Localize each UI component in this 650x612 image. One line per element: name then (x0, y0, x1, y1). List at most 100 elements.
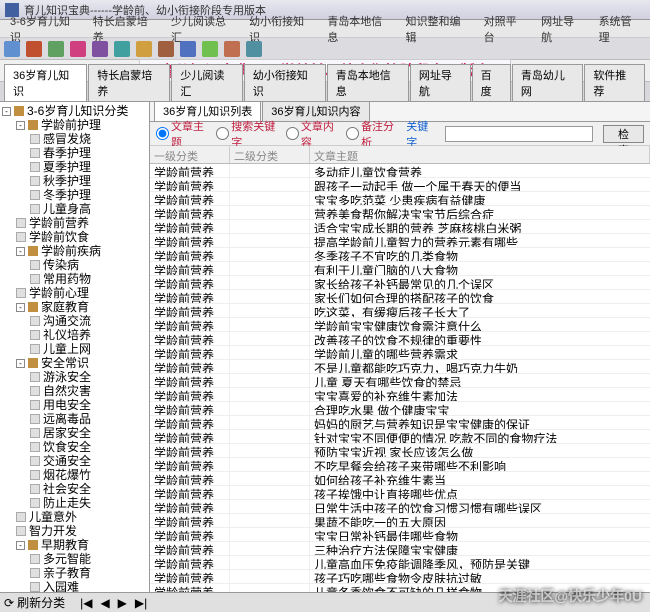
grid-row[interactable]: 学龄前营养宝宝多吃范菜 少患疾病有益健康 (150, 192, 650, 206)
toolbar-icon[interactable] (246, 41, 262, 57)
toolbar-icon[interactable] (70, 41, 86, 57)
main-tab[interactable]: 36岁育儿知识 (4, 64, 87, 101)
tree-node[interactable]: 自然灾害 (2, 384, 147, 398)
grid-row[interactable]: 学龄前营养儿童高血压免疫能调降季风，预防是关键 (150, 556, 650, 570)
main-tab[interactable]: 幼小衔接知识 (244, 64, 326, 101)
tree-node[interactable]: 社会安全 (2, 482, 147, 496)
grid-row[interactable]: 学龄前营养宝宝喜爱的补充维生素加法 (150, 388, 650, 402)
grid-header-cell[interactable]: 一级分类 (150, 146, 230, 163)
search-option[interactable]: 文章内容 (286, 118, 336, 150)
grid-row[interactable]: 学龄前营养冬季孩子不宜吃的几类食物 (150, 248, 650, 262)
grid-row[interactable]: 学龄前营养孩子巧吃哪些食物令皮肤抗过敏 (150, 570, 650, 584)
toolbar-icon[interactable] (4, 41, 20, 57)
nav-button[interactable]: |◀ (80, 596, 92, 610)
grid-row[interactable]: 学龄前营养适合宝宝成长期的营养 芝麻核桃白米粥 (150, 220, 650, 234)
main-tab[interactable]: 青岛本地信息 (327, 64, 409, 101)
tree-toggle-icon[interactable]: - (16, 541, 25, 550)
tree-toggle-icon[interactable]: - (2, 107, 11, 116)
tree-node[interactable]: 饮食安全 (2, 440, 147, 454)
toolbar-icon[interactable] (26, 41, 42, 57)
tree-node[interactable]: 秋季护理 (2, 174, 147, 188)
grid-row[interactable]: 学龄前营养改善孩子的饮食不规律的重要性 (150, 332, 650, 346)
grid-row[interactable]: 学龄前营养孩子挨饿中让直接哪些优点 (150, 486, 650, 500)
toolbar-icon[interactable] (158, 41, 174, 57)
tree-node[interactable]: 学龄前心理 (2, 286, 147, 300)
tree-node[interactable]: -早期教育 (2, 538, 147, 552)
menu-item[interactable]: 知识整和编辑 (397, 13, 475, 45)
main-tab[interactable]: 少儿阅读汇 (171, 64, 242, 101)
grid-row[interactable]: 学龄前营养如何给孩子补充维生素当 (150, 472, 650, 486)
tree-node[interactable]: 学龄前饮食 (2, 230, 147, 244)
tree-node[interactable]: 居家安全 (2, 426, 147, 440)
tree-node[interactable]: 儿童身高 (2, 202, 147, 216)
tree-node[interactable]: 游泳安全 (2, 370, 147, 384)
menu-item[interactable]: 对照平台 (476, 13, 533, 45)
refresh-button[interactable]: ⟳ 刷新分类 (4, 594, 65, 611)
tree-node[interactable]: 防止走失 (2, 496, 147, 510)
grid-row[interactable]: 学龄前营养家长给孩子补钙最常见的几个误区 (150, 276, 650, 290)
tree-toggle-icon[interactable]: - (16, 121, 25, 130)
menu-item[interactable]: 特长启蒙培养 (85, 13, 163, 45)
tree-node[interactable]: 学龄前营养 (2, 216, 147, 230)
menu-item[interactable]: 少儿阅读总汇 (163, 13, 241, 45)
search-button[interactable]: 检索 (603, 125, 644, 143)
grid-row[interactable]: 学龄前营养营养美食帮你解决宝宝节后综合症 (150, 206, 650, 220)
toolbar-icon[interactable] (92, 41, 108, 57)
grid-row[interactable]: 学龄前营养提高学龄前儿童智力的营养元素有哪些 (150, 234, 650, 248)
tree-node[interactable]: 智力开发 (2, 524, 147, 538)
search-option[interactable]: 文章主题 (156, 118, 206, 150)
tree-node[interactable]: 冬季护理 (2, 188, 147, 202)
toolbar-icon[interactable] (48, 41, 64, 57)
grid-row[interactable]: 学龄前营养吃这菜，有缓瘦后孩子长大了 (150, 304, 650, 318)
tree-node[interactable]: 沟通交流 (2, 314, 147, 328)
grid-row[interactable]: 学龄前营养家长们如何合理的搭配孩子的饮食 (150, 290, 650, 304)
grid-header-cell[interactable]: 文章主题 (310, 146, 650, 163)
toolbar-icon[interactable] (224, 41, 240, 57)
nav-button[interactable]: ▶| (135, 596, 147, 610)
tree-node[interactable]: 多元智能 (2, 552, 147, 566)
tree-node[interactable]: -学龄前疾病 (2, 244, 147, 258)
nav-button[interactable]: ◀ (100, 596, 109, 610)
grid-row[interactable]: 学龄前营养多动症儿童饮食营养 (150, 164, 650, 178)
menu-item[interactable]: 系统管理 (591, 13, 648, 45)
grid-row[interactable]: 学龄前营养预防宝宝近视 家长应该怎么做 (150, 444, 650, 458)
grid-row[interactable]: 学龄前营养跟孩子一动起手 做一个属于春天的便当 (150, 178, 650, 192)
nav-button[interactable]: ▶ (118, 596, 127, 610)
search-input[interactable] (445, 126, 593, 142)
menu-item[interactable]: 幼小衔接知识 (241, 13, 319, 45)
tree-node[interactable]: 感冒发烧 (2, 132, 147, 146)
grid-row[interactable]: 学龄前营养不吃早餐会给孩子来带哪些不利影响 (150, 458, 650, 472)
grid-row[interactable]: 学龄前营养三种治疗方法保障宝宝健康 (150, 542, 650, 556)
main-tab[interactable]: 软件推荐 (584, 64, 645, 101)
main-tab[interactable]: 百度 (472, 64, 511, 101)
grid-header-cell[interactable]: 二级分类 (230, 146, 310, 163)
tree-node[interactable]: -家庭教育 (2, 300, 147, 314)
tree-node[interactable]: 交通安全 (2, 454, 147, 468)
tree-node[interactable]: 儿童意外 (2, 510, 147, 524)
menu-item[interactable]: 青岛本地信息 (319, 13, 397, 45)
grid-row[interactable]: 学龄前营养合理吃水果 做个健康宝宝 (150, 402, 650, 416)
tree-node[interactable]: 烟花爆竹 (2, 468, 147, 482)
grid-row[interactable]: 学龄前营养儿童 夏天有哪些饮食的禁忌 (150, 374, 650, 388)
main-tab[interactable]: 网址导航 (410, 64, 471, 101)
toolbar-icon[interactable] (114, 41, 130, 57)
tree-node[interactable]: 夏季护理 (2, 160, 147, 174)
grid-row[interactable]: 学龄前营养宝宝日常补钙最佳哪些食物 (150, 528, 650, 542)
menu-item[interactable]: 网址导航 (533, 13, 590, 45)
tree-node[interactable]: 亲子教育 (2, 566, 147, 580)
search-option[interactable]: 备注分析 (346, 118, 396, 150)
tree-node[interactable]: 礼仪培养 (2, 328, 147, 342)
grid-row[interactable]: 学龄前营养不是儿童都能吃巧克力，喝巧克力牛奶 (150, 360, 650, 374)
tree-node[interactable]: 儿童上网 (2, 342, 147, 356)
menu-item[interactable]: 3-6岁育儿知识 (2, 13, 85, 45)
grid-row[interactable]: 学龄前营养日常生活中孩子的饮食习惯习惯有哪些误区 (150, 500, 650, 514)
grid-row[interactable]: 学龄前营养学龄前儿童的哪些营养需求 (150, 346, 650, 360)
main-tab[interactable]: 特长启蒙培养 (88, 64, 170, 101)
toolbar-icon[interactable] (180, 41, 196, 57)
tree-toggle-icon[interactable]: - (16, 247, 25, 256)
tree-node[interactable]: -3-6岁育儿知识分类 (2, 104, 147, 118)
tree-node[interactable]: 远离毒品 (2, 412, 147, 426)
tree-node[interactable]: -安全常识 (2, 356, 147, 370)
main-tab[interactable]: 青岛幼儿网 (512, 64, 583, 101)
grid-row[interactable]: 学龄前营养有利于儿童门脑的八大食物 (150, 262, 650, 276)
